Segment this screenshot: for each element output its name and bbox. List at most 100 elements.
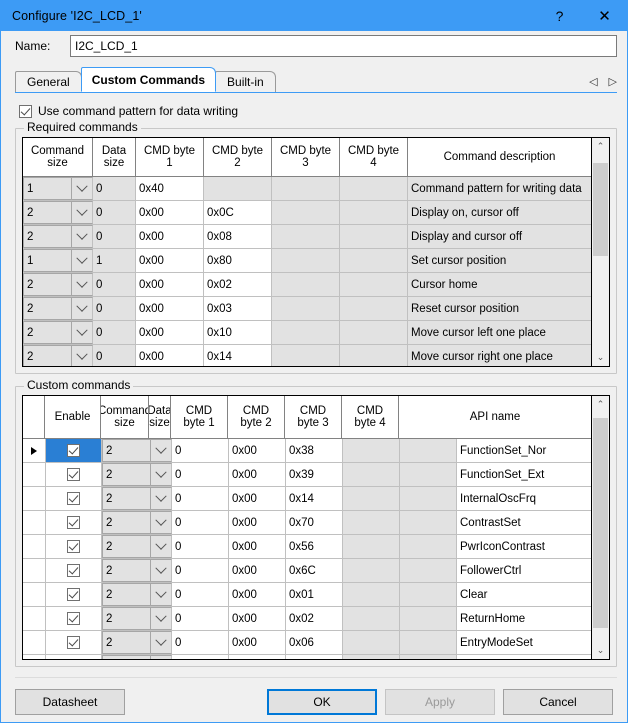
name-input[interactable] (70, 35, 617, 57)
cmd-byte-3-cell[interactable] (343, 487, 400, 510)
cmd-byte-2-cell[interactable]: 0x70 (286, 511, 343, 534)
chevron-down-icon[interactable] (71, 298, 92, 319)
cmd-byte-1-cell[interactable]: 0x00 (229, 583, 286, 606)
chevron-down-icon[interactable] (150, 656, 171, 659)
data-size-cell[interactable]: 0 (172, 583, 229, 606)
cancel-button[interactable]: Cancel (503, 689, 613, 715)
row-marker[interactable] (23, 439, 46, 462)
chevron-down-icon[interactable] (150, 584, 171, 605)
command-size-dropdown[interactable]: 2 (102, 655, 172, 659)
command-size-dropdown[interactable]: 2 (23, 201, 93, 224)
command-size-dropdown[interactable]: 2 (23, 273, 93, 296)
command-size-dropdown[interactable]: 2 (102, 631, 172, 654)
table-row[interactable]: 200x000x39FunctionSet_Ext (23, 463, 591, 487)
chevron-down-icon[interactable] (150, 464, 171, 485)
cmd-byte-4-cell[interactable] (400, 583, 457, 606)
required-commands-grid[interactable]: Command sizeData sizeCMD byte 1CMD byte … (22, 137, 610, 367)
table-row[interactable]: 200x000x08Display and cursor off (23, 225, 591, 249)
use-command-pattern-row[interactable]: Use command pattern for data writing (19, 100, 627, 122)
command-description-cell[interactable]: Move cursor left one place (408, 321, 591, 344)
cmd-byte-1-cell[interactable]: 0x00 (136, 321, 204, 344)
custom-grid-scrollbar[interactable]: ⌃ ⌄ (591, 396, 609, 659)
cmd-byte-4-cell[interactable] (400, 535, 457, 558)
cmd-byte-4-cell[interactable] (340, 345, 408, 366)
enable-checkbox[interactable] (67, 564, 80, 577)
cmd-byte-4-cell[interactable] (340, 201, 408, 224)
cmd-byte-4-cell[interactable] (400, 631, 457, 654)
command-description-cell[interactable]: Display on, cursor off (408, 201, 591, 224)
enable-checkbox[interactable] (67, 444, 80, 457)
cmd-byte-2-cell[interactable]: 0x80 (204, 249, 272, 272)
api-name-cell[interactable]: Clear (457, 583, 591, 606)
cmd-byte-4-cell[interactable] (340, 297, 408, 320)
table-row[interactable]: 200x000x0CDisplay on, cursor off (23, 201, 591, 225)
data-size-cell[interactable]: 0 (93, 201, 136, 224)
enable-checkbox-cell[interactable] (46, 607, 102, 630)
tab-custom-commands[interactable]: Custom Commands (81, 67, 216, 92)
row-marker[interactable] (23, 487, 46, 510)
cmd-byte-4-cell[interactable] (340, 249, 408, 272)
cmd-byte-2-cell[interactable]: 0x86 (286, 655, 343, 659)
command-size-dropdown[interactable]: 2 (102, 487, 172, 510)
cmd-byte-4-cell[interactable] (400, 439, 457, 462)
cmd-byte-2-cell[interactable]: 0x0C (204, 201, 272, 224)
command-size-dropdown[interactable]: 2 (102, 535, 172, 558)
table-row[interactable]: 110x000x80Set cursor position (23, 249, 591, 273)
cmd-byte-1-cell[interactable]: 0x00 (229, 463, 286, 486)
table-row[interactable]: 200x000x01Clear (23, 583, 591, 607)
command-description-cell[interactable]: Display and cursor off (408, 225, 591, 248)
cmd-byte-3-cell[interactable] (272, 273, 340, 296)
scroll-down-icon[interactable]: ⌄ (592, 642, 609, 659)
cmd-byte-1-cell[interactable]: 0x00 (229, 559, 286, 582)
table-row[interactable]: 210x000x86SetDDRAM (23, 655, 591, 659)
cmd-byte-4-cell[interactable] (400, 487, 457, 510)
cmd-byte-1-cell[interactable]: 0x00 (136, 345, 204, 366)
command-size-dropdown[interactable]: 2 (23, 225, 93, 248)
cmd-byte-3-cell[interactable] (272, 225, 340, 248)
cmd-byte-2-cell[interactable]: 0x6C (286, 559, 343, 582)
command-size-dropdown[interactable]: 2 (102, 607, 172, 630)
command-description-cell[interactable]: Move cursor right one place (408, 345, 591, 366)
scroll-thumb[interactable] (593, 418, 608, 629)
cmd-byte-3-cell[interactable] (343, 607, 400, 630)
data-size-cell[interactable]: 1 (172, 655, 229, 659)
help-icon[interactable]: ? (537, 1, 582, 31)
enable-checkbox[interactable] (67, 612, 80, 625)
cmd-byte-3-cell[interactable] (343, 511, 400, 534)
tab-built-in[interactable]: Built-in (215, 71, 276, 92)
custom-grid-body[interactable]: 200x000x38FunctionSet_Nor200x000x39Funct… (23, 439, 591, 659)
data-size-cell[interactable]: 0 (93, 321, 136, 344)
chevron-down-icon[interactable] (150, 536, 171, 557)
use-command-pattern-checkbox[interactable] (19, 105, 32, 118)
command-size-dropdown[interactable]: 2 (102, 439, 172, 462)
api-name-cell[interactable]: FunctionSet_Ext (457, 463, 591, 486)
cmd-byte-4-cell[interactable] (340, 225, 408, 248)
chevron-down-icon[interactable] (71, 322, 92, 343)
data-size-cell[interactable]: 0 (172, 511, 229, 534)
api-name-cell[interactable]: SetDDRAM (457, 655, 591, 659)
table-row[interactable]: 100x40Command pattern for writing data (23, 177, 591, 201)
chevron-down-icon[interactable] (71, 178, 92, 199)
table-row[interactable]: 200x000x14Move cursor right one place (23, 345, 591, 366)
chevron-down-icon[interactable] (71, 346, 92, 366)
chevron-down-icon[interactable] (71, 202, 92, 223)
cmd-byte-1-cell[interactable]: 0x00 (136, 297, 204, 320)
data-size-cell[interactable]: 0 (93, 273, 136, 296)
table-row[interactable]: 200x000x56PwrIconContrast (23, 535, 591, 559)
tab-general[interactable]: General (15, 71, 82, 92)
command-size-dropdown[interactable]: 2 (102, 583, 172, 606)
cmd-byte-3-cell[interactable] (343, 655, 400, 659)
command-size-dropdown[interactable]: 2 (23, 321, 93, 344)
command-description-cell[interactable]: Cursor home (408, 273, 591, 296)
cmd-byte-2-cell[interactable]: 0x39 (286, 463, 343, 486)
cmd-byte-1-cell[interactable]: 0x00 (136, 225, 204, 248)
data-size-cell[interactable]: 0 (93, 177, 136, 200)
command-description-cell[interactable]: Set cursor position (408, 249, 591, 272)
required-grid-body[interactable]: 100x40Command pattern for writing data20… (23, 177, 591, 366)
enable-checkbox-cell[interactable] (46, 463, 102, 486)
cmd-byte-1-cell[interactable]: 0x00 (136, 273, 204, 296)
enable-checkbox[interactable] (67, 468, 80, 481)
close-icon[interactable]: ✕ (582, 1, 627, 31)
datasheet-button[interactable]: Datasheet (15, 689, 125, 715)
cmd-byte-2-cell[interactable]: 0x02 (204, 273, 272, 296)
